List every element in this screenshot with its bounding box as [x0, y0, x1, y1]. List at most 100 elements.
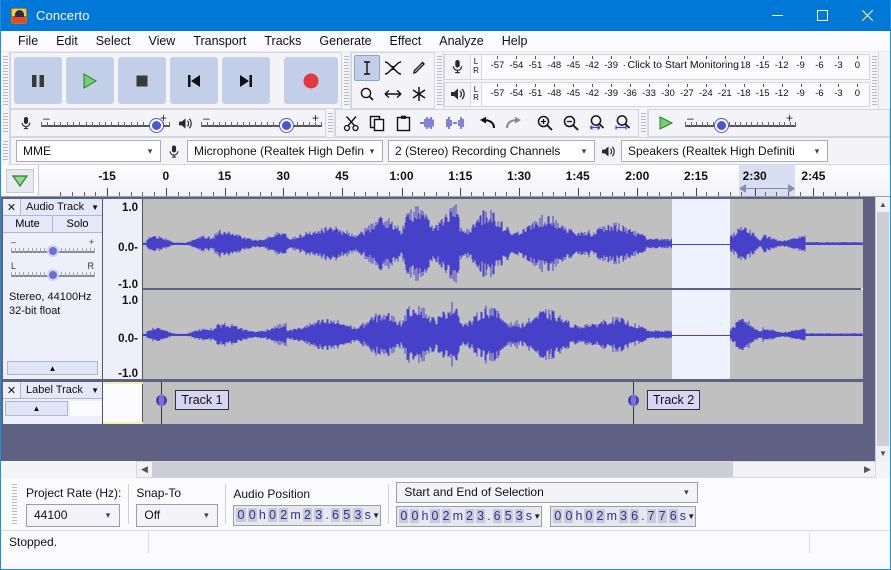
time-unit[interactable]: h: [420, 509, 429, 523]
time-digit[interactable]: 0: [553, 509, 563, 523]
skip-to-start-button[interactable]: [170, 57, 218, 104]
label-handle-icon[interactable]: [627, 393, 640, 408]
close-button[interactable]: [845, 0, 890, 31]
solo-button[interactable]: Solo: [53, 216, 102, 232]
selection-end-field[interactable]: 0 0 h 0 2 m 3 6. 7 7 6 s ▼: [550, 505, 697, 527]
time-digit[interactable]: 3: [353, 508, 363, 522]
label-track-control-panel[interactable]: ✕ Label Track ▼ ▲: [3, 382, 103, 424]
time-unit[interactable]: m: [452, 509, 464, 523]
play-at-speed-grip[interactable]: [639, 109, 648, 137]
edit-toolbar-grip[interactable]: [326, 109, 335, 137]
selection-mode-select[interactable]: Start and End of Selection ▾: [396, 481, 699, 503]
menu-effect[interactable]: Effect: [381, 32, 431, 50]
silence-audio-button[interactable]: [442, 110, 468, 136]
vertical-scrollbar[interactable]: ▲ ▼: [875, 197, 890, 461]
recording-meter-grip[interactable]: [435, 52, 444, 109]
audio-host-select[interactable]: MME ▾: [16, 140, 161, 162]
playback-meter-grip[interactable]: [870, 52, 879, 109]
close-track-button[interactable]: ✕: [3, 382, 21, 398]
label-track-menu-button[interactable]: Label Track ▼: [21, 382, 102, 398]
fit-selection-button[interactable]: [584, 110, 610, 136]
audio-track-control-panel[interactable]: ✕ Audio Track ▼ Mute Solo – + L R Stereo…: [3, 199, 103, 379]
audio-position-field[interactable]: 0 0 h 0 2 m 2 3. 6 5 3 s ▼: [233, 504, 382, 526]
time-digit[interactable]: 5: [342, 508, 352, 522]
stop-button[interactable]: [118, 57, 166, 104]
label-track-body[interactable]: Track 1 Track 2: [143, 382, 863, 424]
menu-transport[interactable]: Transport: [184, 32, 255, 50]
menu-analyze[interactable]: Analyze: [430, 32, 492, 50]
menu-help[interactable]: Help: [493, 32, 537, 50]
paste-button[interactable]: [390, 110, 416, 136]
time-digit[interactable]: 0: [399, 509, 409, 523]
envelope-tool[interactable]: [380, 55, 406, 81]
selection-toolbar-grip[interactable]: [10, 478, 19, 530]
scroll-left-arrow-icon[interactable]: ◀: [137, 464, 152, 475]
time-digit[interactable]: 0: [236, 508, 246, 522]
playback-volume-thumb[interactable]: [280, 119, 294, 132]
recording-meter-toolbar[interactable]: LR -57-54-51-48-45-42-39-36-33-30-27-24-…: [444, 54, 870, 80]
time-digit[interactable]: 0: [410, 509, 420, 523]
play-speed-thumb[interactable]: [714, 119, 728, 132]
time-digit[interactable]: 6: [630, 509, 640, 523]
time-unit[interactable]: s: [525, 509, 533, 523]
device-toolbar-grip[interactable]: [1, 137, 10, 165]
label-track[interactable]: ✕ Label Track ▼ ▲ Track 1 Track 2: [3, 382, 863, 424]
recording-device-select[interactable]: Microphone (Realtek High Defini ▾: [187, 140, 383, 162]
scroll-down-arrow-icon[interactable]: ▼: [876, 446, 890, 461]
trim-audio-button[interactable]: [416, 110, 442, 136]
time-unit[interactable]: h: [574, 509, 583, 523]
time-unit[interactable]: s: [364, 508, 372, 522]
time-unit[interactable]: .: [486, 509, 491, 523]
scroll-up-arrow-icon[interactable]: ▲: [876, 197, 890, 212]
time-unit[interactable]: m: [289, 508, 301, 522]
waveform-channel-right[interactable]: [143, 290, 863, 379]
label-text-flag[interactable]: Track 1: [175, 390, 229, 410]
horizontal-scrollbar-track[interactable]: [152, 462, 860, 477]
time-unit[interactable]: .: [324, 508, 329, 522]
playback-meter-toolbar[interactable]: LR -57 -54 -51 -48 -45 -42 -39 -36 -33 -30 -27 -24-…: [444, 81, 870, 107]
draw-tool[interactable]: [406, 55, 432, 81]
copy-button[interactable]: [364, 110, 390, 136]
menu-file[interactable]: File: [9, 32, 47, 50]
time-digit[interactable]: 0: [247, 508, 257, 522]
time-shift-tool[interactable]: [380, 81, 406, 107]
playback-volume-slider[interactable]: – +: [201, 111, 322, 134]
project-rate-select[interactable]: 44100 ▾: [26, 503, 120, 527]
menu-select[interactable]: Select: [87, 32, 140, 50]
selection-start-field[interactable]: 0 0 h 0 2 m 2 3. 6 5 3 s ▼: [396, 505, 543, 527]
time-digit[interactable]: 6: [492, 509, 502, 523]
play-speed-slider[interactable]: – +: [685, 111, 796, 134]
mute-button[interactable]: Mute: [3, 216, 53, 232]
timeline-ruler[interactable]: -15 0 15 30 45 1:00 1:15 1:30 1:45 2:00 2:15 2:30 2:…: [39, 165, 890, 196]
time-unit[interactable]: .: [640, 509, 645, 523]
time-digit[interactable]: 5: [503, 509, 513, 523]
multi-tool[interactable]: [406, 81, 432, 107]
recording-volume-thumb[interactable]: [149, 119, 163, 132]
time-digit[interactable]: 2: [441, 509, 451, 523]
time-digit[interactable]: 7: [657, 509, 667, 523]
pinned-play-head-button[interactable]: [1, 165, 39, 196]
time-digit[interactable]: 6: [330, 508, 341, 522]
time-digit[interactable]: 0: [267, 508, 278, 522]
selection-tool[interactable]: [354, 54, 380, 81]
pause-button[interactable]: [14, 57, 62, 104]
play-button[interactable]: [66, 57, 114, 104]
zoom-in-button[interactable]: [532, 110, 558, 136]
collapse-track-button[interactable]: ▲: [5, 401, 68, 416]
menu-view[interactable]: View: [139, 32, 184, 50]
pan-slider[interactable]: L R: [11, 261, 95, 285]
pan-slider-thumb[interactable]: [46, 269, 59, 281]
undo-button[interactable]: [474, 110, 500, 136]
fit-project-button[interactable]: [610, 110, 636, 136]
transport-toolbar-grip[interactable]: [1, 52, 10, 109]
audio-track[interactable]: ✕ Audio Track ▼ Mute Solo – + L R Stereo…: [3, 199, 863, 380]
time-digit[interactable]: 7: [646, 509, 656, 523]
time-digit[interactable]: 3: [476, 509, 486, 523]
time-digit[interactable]: 2: [302, 508, 313, 522]
time-digit[interactable]: 2: [595, 509, 605, 523]
play-speed-icon[interactable]: [653, 115, 679, 131]
tools-toolbar-grip[interactable]: [342, 52, 351, 109]
time-digit[interactable]: 3: [618, 509, 629, 523]
time-unit[interactable]: h: [258, 508, 267, 522]
label-text-flag[interactable]: Track 2: [647, 390, 701, 410]
